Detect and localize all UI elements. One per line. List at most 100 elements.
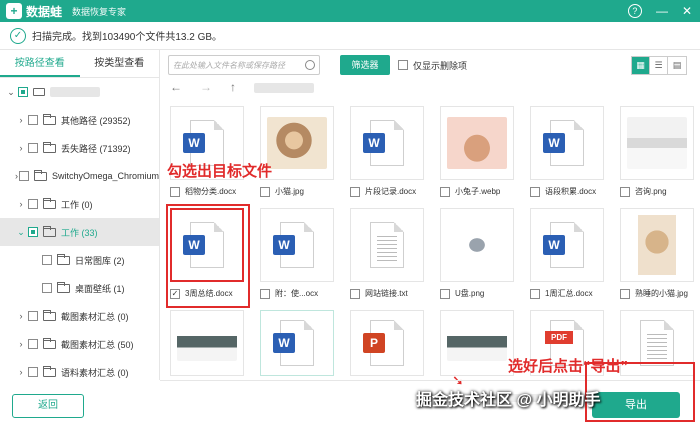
logo-icon: + [6, 3, 22, 19]
up-arrow-icon[interactable]: ↑ [230, 80, 236, 94]
search-icon[interactable] [305, 60, 315, 70]
tree-item[interactable]: › SwitchyOmega_Chromium [0, 162, 159, 190]
search-input[interactable]: 在此处输入文件名称或保存路径 [168, 55, 320, 75]
word-doc-icon: W [363, 120, 404, 166]
file-tile[interactable]: W 附：使...ocx [260, 208, 334, 299]
file-tile[interactable]: W [260, 310, 334, 376]
checkbox[interactable] [28, 227, 38, 237]
file-thumbnail[interactable] [440, 310, 514, 376]
file-thumbnail[interactable] [620, 208, 694, 282]
file-thumbnail[interactable]: W [260, 208, 334, 282]
checkbox[interactable] [260, 186, 270, 197]
file-tile[interactable]: 网站链接.txt [350, 208, 424, 299]
checkbox[interactable] [440, 186, 450, 197]
chevron-down-icon[interactable]: ⌄ [4, 87, 18, 98]
checkbox[interactable] [260, 288, 270, 299]
file-tile[interactable]: U盘.png [440, 208, 514, 299]
checkbox[interactable] [28, 311, 38, 321]
checkbox[interactable] [28, 199, 38, 209]
checkbox[interactable] [28, 339, 38, 349]
checkbox[interactable] [18, 171, 29, 181]
file-tile[interactable]: W 稻物分类.docx [170, 106, 244, 197]
help-icon[interactable]: ? [627, 4, 642, 18]
tree-item[interactable]: › 丢失路径 (71392) [0, 134, 159, 162]
chevron-right-icon[interactable]: › [14, 199, 28, 209]
file-thumbnail[interactable] [350, 208, 424, 282]
search-placeholder: 在此处输入文件名称或保存路径 [173, 60, 285, 70]
file-tile[interactable]: 小兔子.webp [440, 106, 514, 197]
checkbox[interactable] [620, 186, 630, 197]
chevron-down-icon[interactable]: ⌄ [14, 227, 28, 238]
file-thumbnail[interactable]: W [530, 208, 604, 282]
tree-item[interactable]: › 工作 (0) [0, 190, 159, 218]
file-tile[interactable]: 熟睡的小猫.jpg [620, 208, 694, 299]
chevron-right-icon[interactable]: › [14, 311, 28, 321]
tree-item-label: 工作 (33) [61, 227, 98, 238]
back-arrow-icon[interactable]: ← [170, 80, 182, 94]
tree-item[interactable]: › 其他路径 (29352) [0, 106, 159, 134]
forward-arrow-icon[interactable]: → [200, 80, 212, 94]
tree-item[interactable]: 桌面壁纸 (1) [0, 274, 159, 302]
file-tile[interactable]: 小猫.jpg [260, 106, 334, 197]
file-name: 附：使...ocx [275, 289, 319, 298]
checkbox[interactable] [28, 143, 38, 153]
back-button[interactable]: 返回 [12, 394, 84, 418]
checkbox[interactable] [440, 288, 450, 299]
file-tile[interactable]: P [350, 310, 424, 376]
file-tile[interactable]: W 片段记录.docx [350, 106, 424, 197]
file-thumbnail[interactable] [440, 208, 514, 282]
file-tile[interactable]: W 语段积累.docx [530, 106, 604, 197]
tree-item-label: SwitchyOmega_Chromium [51, 171, 159, 181]
checkbox[interactable] [350, 186, 360, 197]
path-navigation: ← → ↑ [170, 80, 314, 94]
file-thumbnail[interactable]: P [350, 310, 424, 376]
word-doc-icon: W [273, 320, 314, 366]
close-icon[interactable]: ✕ [682, 3, 692, 19]
file-thumbnail[interactable] [620, 106, 694, 180]
checkbox[interactable] [28, 115, 38, 125]
checkbox[interactable] [18, 87, 28, 97]
file-tile[interactable]: W 1周汇总.docx [530, 208, 604, 299]
checkbox[interactable] [170, 186, 180, 197]
tree-item-selected[interactable]: ⌄ 工作 (33) [0, 218, 159, 246]
folder-icon [43, 113, 56, 125]
file-tile[interactable] [170, 310, 244, 376]
checkbox[interactable] [42, 283, 52, 293]
grid-view-icon[interactable]: ▦ [632, 57, 650, 74]
file-thumbnail[interactable]: W [530, 106, 604, 180]
chevron-right-icon[interactable]: › [14, 339, 28, 349]
tree-item[interactable]: 日常图库 (2) [0, 246, 159, 274]
tree-item-label: 截图素材汇总 (50) [61, 339, 134, 350]
sidebar: 按路径查看 按类型查看 ⌄ › 其他路径 (29352) › 丢失路径 (713… [0, 50, 160, 380]
checkbox[interactable] [28, 367, 38, 377]
file-name: 小兔子.webp [455, 187, 501, 196]
file-thumbnail[interactable] [440, 106, 514, 180]
tree-item[interactable]: › 截图素材汇总 (0) [0, 302, 159, 330]
file-tile[interactable] [440, 310, 514, 376]
chevron-right-icon[interactable]: › [14, 367, 28, 377]
file-thumbnail[interactable]: W [260, 310, 334, 376]
checkbox[interactable] [530, 186, 540, 197]
detail-view-icon[interactable]: ▤ [668, 57, 686, 74]
tab-by-type[interactable]: 按类型查看 [80, 50, 160, 77]
checkbox[interactable] [530, 288, 540, 299]
only-deleted-toggle[interactable]: 仅显示删除项 [398, 59, 467, 72]
tree-item[interactable]: › 截图素材汇总 (50) [0, 330, 159, 358]
checkbox[interactable] [620, 288, 630, 299]
tree-root-drive[interactable]: ⌄ [0, 78, 159, 106]
file-thumbnail[interactable] [170, 310, 244, 376]
minimize-icon[interactable]: — [656, 3, 668, 19]
list-view-icon[interactable]: ☰ [650, 57, 668, 74]
tree-item[interactable]: › 语料素材汇总 (0) [0, 358, 159, 386]
filter-button[interactable]: 筛选器 [340, 55, 390, 75]
chevron-right-icon[interactable]: › [14, 115, 28, 125]
file-name: 小猫.jpg [275, 187, 304, 196]
checkbox[interactable] [42, 255, 52, 265]
file-tile[interactable]: 咨询.png [620, 106, 694, 197]
checkbox[interactable] [350, 288, 360, 299]
kitten-photo [638, 215, 676, 275]
file-thumbnail[interactable]: W [350, 106, 424, 180]
checkbox[interactable] [398, 60, 408, 70]
chevron-right-icon[interactable]: › [14, 143, 28, 153]
tab-by-path[interactable]: 按路径查看 [0, 50, 80, 77]
